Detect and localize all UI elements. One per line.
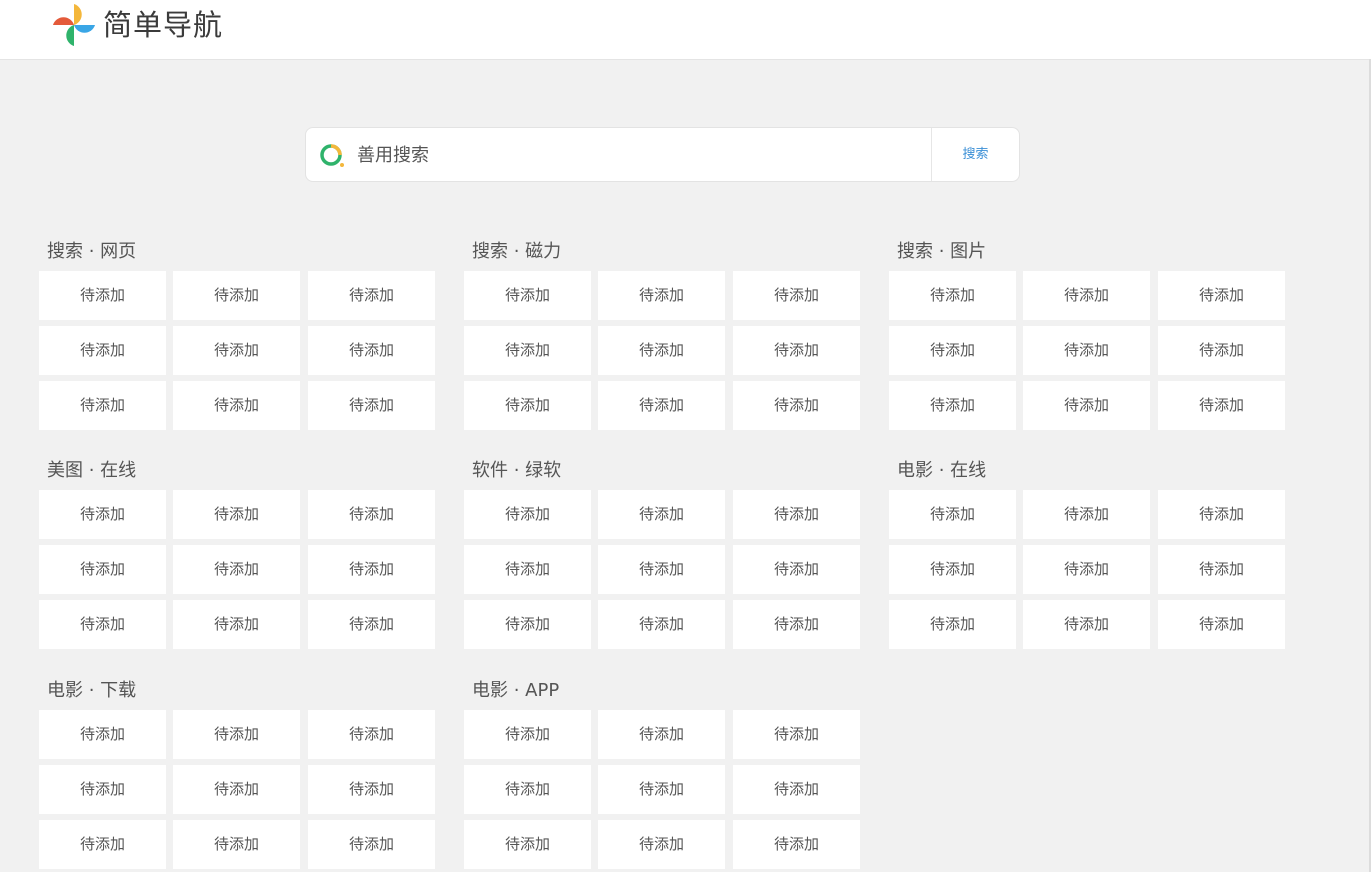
link-tile[interactable]: 待添加 — [1158, 326, 1285, 375]
link-tile[interactable]: 待添加 — [173, 326, 300, 375]
link-tile[interactable]: 待添加 — [173, 545, 300, 594]
link-tile[interactable]: 待添加 — [173, 600, 300, 649]
link-tile[interactable]: 待添加 — [39, 710, 166, 759]
link-tile[interactable]: 待添加 — [889, 600, 1016, 649]
link-tile[interactable]: 待添加 — [39, 381, 166, 430]
link-tile[interactable]: 待添加 — [39, 765, 166, 814]
link-tile[interactable]: 待添加 — [889, 381, 1016, 430]
link-tile[interactable]: 待添加 — [308, 545, 435, 594]
link-tile[interactable]: 待添加 — [1158, 545, 1285, 594]
link-tile[interactable]: 待添加 — [173, 271, 300, 320]
link-tile[interactable]: 待添加 — [733, 710, 860, 759]
link-tile[interactable]: 待添加 — [39, 545, 166, 594]
link-tile[interactable]: 待添加 — [308, 490, 435, 539]
link-tile[interactable]: 待添加 — [464, 545, 591, 594]
link-tile[interactable]: 待添加 — [598, 381, 725, 430]
link-tile[interactable]: 待添加 — [308, 326, 435, 375]
link-tile[interactable]: 待添加 — [598, 545, 725, 594]
link-tile[interactable]: 待添加 — [733, 381, 860, 430]
link-tile[interactable]: 待添加 — [1023, 271, 1150, 320]
link-tile[interactable]: 待添加 — [1023, 545, 1150, 594]
link-tile[interactable]: 待添加 — [39, 490, 166, 539]
link-tile[interactable]: 待添加 — [464, 765, 591, 814]
link-tile[interactable]: 待添加 — [464, 710, 591, 759]
link-tile[interactable]: 待添加 — [1023, 381, 1150, 430]
category-title: 电影 · 下载 — [47, 680, 137, 701]
link-tile[interactable]: 待添加 — [889, 490, 1016, 539]
link-tile[interactable]: 待添加 — [1158, 381, 1285, 430]
link-tile[interactable]: 待添加 — [173, 710, 300, 759]
link-tile[interactable]: 待添加 — [308, 271, 435, 320]
link-tile[interactable]: 待添加 — [733, 490, 860, 539]
link-tile[interactable]: 待添加 — [464, 820, 591, 869]
link-tile[interactable]: 待添加 — [889, 271, 1016, 320]
link-tile[interactable]: 待添加 — [173, 820, 300, 869]
link-tile[interactable]: 待添加 — [464, 600, 591, 649]
link-tile[interactable]: 待添加 — [1158, 490, 1285, 539]
link-tile[interactable]: 待添加 — [308, 710, 435, 759]
link-tile[interactable]: 待添加 — [464, 271, 591, 320]
link-tile[interactable]: 待添加 — [1023, 326, 1150, 375]
category-title: 搜索 · 磁力 — [472, 241, 562, 262]
link-tile[interactable]: 待添加 — [598, 710, 725, 759]
link-tile[interactable]: 待添加 — [39, 271, 166, 320]
link-tile[interactable]: 待添加 — [733, 545, 860, 594]
link-tile[interactable]: 待添加 — [1158, 271, 1285, 320]
link-tile[interactable]: 待添加 — [464, 326, 591, 375]
category-title: 美图 · 在线 — [47, 460, 137, 481]
category-title: 软件 · 绿软 — [472, 460, 562, 481]
link-tile[interactable]: 待添加 — [39, 820, 166, 869]
link-tile[interactable]: 待添加 — [598, 765, 725, 814]
category-title: 电影 · APP — [472, 680, 560, 701]
category-title: 电影 · 在线 — [897, 460, 987, 481]
link-tile[interactable]: 待添加 — [733, 765, 860, 814]
link-tile[interactable]: 待添加 — [598, 490, 725, 539]
link-tile[interactable]: 待添加 — [39, 326, 166, 375]
link-tile[interactable]: 待添加 — [598, 820, 725, 869]
link-tile[interactable]: 待添加 — [173, 490, 300, 539]
link-tile[interactable]: 待添加 — [1023, 490, 1150, 539]
link-tile[interactable]: 待添加 — [733, 326, 860, 375]
link-tile[interactable]: 待添加 — [1023, 600, 1150, 649]
link-tile[interactable]: 待添加 — [733, 600, 860, 649]
link-tile[interactable]: 待添加 — [464, 490, 591, 539]
link-tile[interactable]: 待添加 — [308, 765, 435, 814]
link-tile[interactable]: 待添加 — [598, 600, 725, 649]
category-title: 搜索 · 网页 — [47, 241, 137, 262]
link-tile[interactable]: 待添加 — [1158, 600, 1285, 649]
link-tile[interactable]: 待添加 — [308, 600, 435, 649]
link-tile[interactable]: 待添加 — [889, 326, 1016, 375]
category-sections: 搜索 · 网页 待添加 待添加 待添加 待添加 待添加 待添加 待添加 待添加 待添加 搜索 · 磁… — [0, 0, 1371, 872]
link-tile[interactable]: 待添加 — [173, 381, 300, 430]
link-tile[interactable]: 待添加 — [464, 381, 591, 430]
link-tile[interactable]: 待添加 — [173, 765, 300, 814]
link-tile[interactable]: 待添加 — [39, 600, 166, 649]
link-tile[interactable]: 待添加 — [733, 820, 860, 869]
link-tile[interactable]: 待添加 — [733, 271, 860, 320]
category-title: 搜索 · 图片 — [897, 241, 987, 262]
link-tile[interactable]: 待添加 — [598, 326, 725, 375]
link-tile[interactable]: 待添加 — [308, 820, 435, 869]
link-tile[interactable]: 待添加 — [308, 381, 435, 430]
link-tile[interactable]: 待添加 — [598, 271, 725, 320]
link-tile[interactable]: 待添加 — [889, 545, 1016, 594]
